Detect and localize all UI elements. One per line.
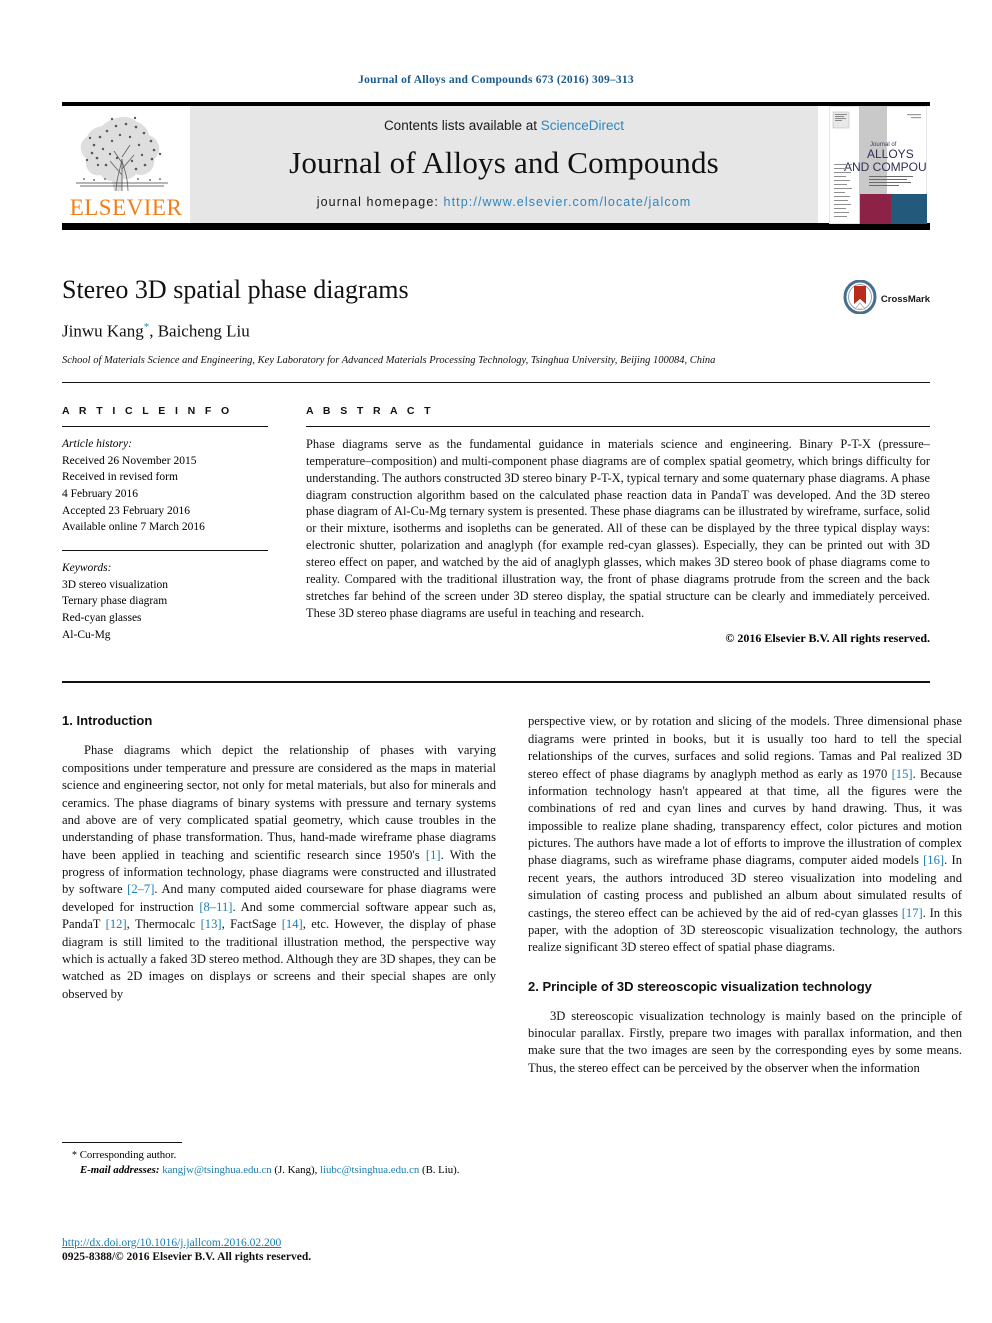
email-label: E-mail addresses: bbox=[80, 1164, 160, 1177]
citation-ref[interactable]: [1] bbox=[426, 848, 441, 862]
body-column-right: perspective view, or by rotation and sli… bbox=[528, 713, 962, 1077]
sciencedirect-link[interactable]: ScienceDirect bbox=[541, 118, 624, 133]
footnote-rule bbox=[62, 1142, 182, 1143]
article-history-label: Article history: bbox=[62, 438, 132, 451]
citation-ref[interactable]: [16] bbox=[923, 853, 944, 867]
keyword-item: Al-Cu-Mg bbox=[62, 628, 111, 641]
crossmark-label: CrossMark bbox=[880, 294, 930, 305]
author-rest: , Baicheng Liu bbox=[149, 321, 250, 341]
history-item: Accepted 23 February 2016 bbox=[62, 504, 191, 517]
affiliation: School of Materials Science and Engineer… bbox=[62, 354, 716, 366]
info-abstract-region: A R T I C L E I N F O Article history: R… bbox=[62, 405, 930, 657]
email-link-2[interactable]: liubc@tsinghua.edu.cn bbox=[320, 1164, 419, 1176]
history-item: 4 February 2016 bbox=[62, 488, 139, 501]
journal-homepage-line: journal homepage: http://www.elsevier.co… bbox=[317, 195, 692, 209]
footnote-star: * bbox=[72, 1150, 77, 1161]
elsevier-tree-icon bbox=[72, 113, 180, 195]
keyword-item: Red-cyan glasses bbox=[62, 612, 142, 625]
citation-ref[interactable]: [13] bbox=[201, 917, 222, 931]
running-head: Journal of Alloys and Compounds 673 (201… bbox=[358, 74, 634, 86]
title-divider bbox=[62, 382, 930, 384]
citation-ref[interactable]: [12] bbox=[106, 917, 127, 931]
citation-ref[interactable]: [2–7] bbox=[127, 882, 154, 896]
contents-available-line: Contents lists available at ScienceDirec… bbox=[384, 118, 624, 133]
footnote-block: * Corresponding author. E-mail addresses… bbox=[62, 1142, 496, 1179]
abstract-bottom-divider bbox=[62, 681, 930, 684]
journal-masthead: ELSEVIER Contents lists available at Sci… bbox=[62, 102, 930, 230]
body-column-left: 1. Introduction Phase diagrams which dep… bbox=[62, 713, 496, 1077]
history-item: Received in revised form bbox=[62, 471, 178, 484]
intro-text-e: , Thermocalc bbox=[126, 917, 201, 932]
svg-text:ALLOYS: ALLOYS bbox=[867, 147, 914, 161]
svg-text:AND COMPOUNDS: AND COMPOUNDS bbox=[844, 160, 927, 174]
keywords-group: Keywords: 3D stereo visualization Ternar… bbox=[62, 560, 268, 643]
abstract-heading: A B S T R A C T bbox=[306, 405, 434, 418]
keywords-label: Keywords: bbox=[62, 562, 112, 575]
doi-footer: http://dx.doi.org/10.1016/j.jallcom.2016… bbox=[62, 1237, 562, 1263]
citation-ref[interactable]: [14] bbox=[282, 917, 303, 931]
keyword-item: 3D stereo visualization bbox=[62, 578, 169, 591]
citation-ref[interactable]: [15] bbox=[892, 767, 913, 781]
issn-copyright-line: 0925-8388/© 2016 Elsevier B.V. All right… bbox=[62, 1251, 312, 1263]
intro-text-a: Phase diagrams which depict the relation… bbox=[62, 743, 496, 862]
principle-paragraph: 3D stereoscopic visualization technology… bbox=[528, 1008, 962, 1075]
citation-ref[interactable]: [8–11] bbox=[199, 900, 232, 914]
abstract-rule bbox=[306, 426, 930, 428]
article-info-heading: A R T I C L E I N F O bbox=[62, 405, 233, 418]
intro-text-h: . Because information technology hasn't … bbox=[528, 766, 962, 868]
doi-link[interactable]: http://dx.doi.org/10.1016/j.jallcom.2016… bbox=[62, 1237, 562, 1249]
section-heading-principle: 2. Principle of 3D stereoscopic visualiz… bbox=[528, 978, 872, 994]
intro-paragraph: Phase diagrams which depict the relation… bbox=[62, 742, 496, 1003]
email-addresses-note: E-mail addresses: kangjw@tsinghua.edu.cn… bbox=[62, 1163, 496, 1178]
article-info-rule bbox=[62, 426, 268, 428]
journal-title: Journal of Alloys and Compounds bbox=[289, 145, 719, 180]
keyword-item: Ternary phase diagram bbox=[62, 595, 168, 608]
email-owner-2: (B. Liu). bbox=[421, 1164, 460, 1177]
page-title: Stereo 3D spatial phase diagrams bbox=[62, 275, 409, 304]
intro-paragraph-continued: perspective view, or by rotation and sli… bbox=[528, 713, 962, 956]
author-1: Jinwu Kang bbox=[62, 321, 144, 341]
body-columns: 1. Introduction Phase diagrams which dep… bbox=[62, 713, 962, 1077]
author-list: Jinwu Kang*, Baicheng Liu bbox=[62, 321, 930, 342]
elsevier-wordmark: ELSEVIER bbox=[69, 195, 183, 220]
intro-text-f: , FactSage bbox=[221, 917, 282, 932]
keywords-rule bbox=[62, 550, 268, 552]
article-info-column: A R T I C L E I N F O Article history: R… bbox=[62, 405, 268, 657]
email-owner-1: (J. Kang), bbox=[274, 1164, 318, 1177]
history-item: Received 26 November 2015 bbox=[62, 454, 197, 467]
citation-ref[interactable]: [17] bbox=[902, 906, 923, 920]
homepage-label: journal homepage: bbox=[316, 195, 444, 209]
elsevier-logo: ELSEVIER bbox=[62, 106, 190, 223]
article-history-group: Article history: Received 26 November 20… bbox=[62, 436, 268, 536]
contents-prefix: Contents lists available at bbox=[383, 118, 541, 133]
email-link-1[interactable]: kangjw@tsinghua.edu.cn bbox=[162, 1164, 272, 1176]
title-block: Stereo 3D spatial phase diagrams Jinwu K… bbox=[62, 274, 930, 368]
corresponding-author-note: * Corresponding author. bbox=[62, 1148, 496, 1163]
journal-cover-thumbnail: Journal of ALLOYS AND COMPOUNDS bbox=[818, 105, 930, 224]
masthead-center: Contents lists available at ScienceDirec… bbox=[190, 106, 818, 223]
abstract-column: A B S T R A C T Phase diagrams serve as … bbox=[306, 405, 930, 657]
abstract-text: Phase diagrams serve as the fundamental … bbox=[306, 437, 930, 620]
corresponding-author-text: Corresponding author. bbox=[79, 1149, 177, 1161]
abstract-copyright: © 2016 Elsevier B.V. All rights reserved… bbox=[725, 631, 930, 646]
article-page: Journal of Alloys and Compounds 673 (201… bbox=[0, 0, 992, 1323]
homepage-url-link[interactable]: http://www.elsevier.com/locate/jalcom bbox=[444, 195, 692, 209]
history-item: Available online 7 March 2016 bbox=[62, 521, 205, 534]
crossmark-badge[interactable]: CrossMark bbox=[843, 279, 930, 319]
section-heading-introduction: 1. Introduction bbox=[62, 713, 153, 729]
crossmark-icon bbox=[843, 279, 877, 319]
